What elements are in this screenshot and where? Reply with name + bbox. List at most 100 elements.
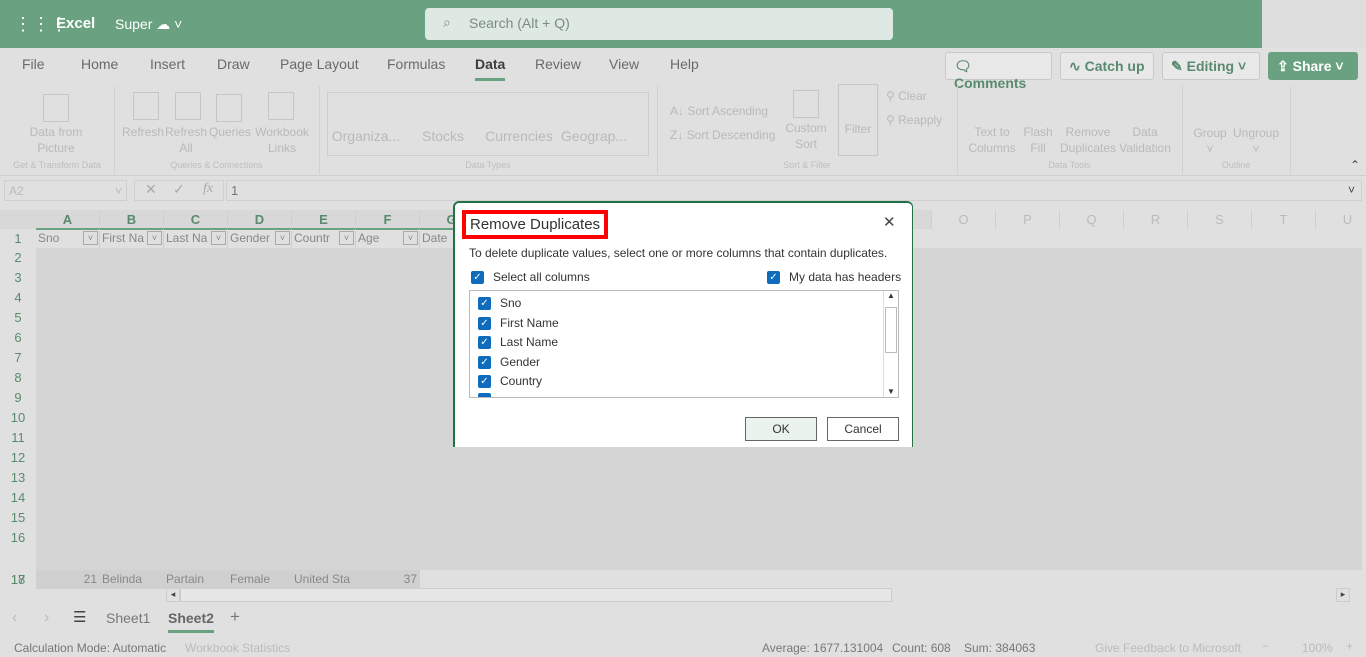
enter-icon[interactable]: ✓ xyxy=(173,181,185,198)
row-header-10[interactable]: 10 xyxy=(0,408,36,428)
data-types-gallery[interactable] xyxy=(327,92,649,156)
filter-dropdown-icon[interactable]: ˅ xyxy=(83,231,98,245)
data-type-currencies[interactable]: Currencies xyxy=(484,128,554,144)
next-sheet-icon[interactable]: › xyxy=(44,609,49,627)
sort-ascending-button[interactable]: A↓ Sort Ascending xyxy=(670,103,768,119)
list-scrollbar[interactable]: ▲ ▼ xyxy=(883,291,898,397)
ok-button[interactable]: OK xyxy=(745,417,817,441)
column-header-C[interactable]: C xyxy=(164,210,228,229)
scroll-right-icon[interactable]: ▸ xyxy=(1336,588,1350,602)
column-header-A[interactable]: A xyxy=(36,210,100,229)
reapply-filter-button[interactable]: ⚲ Reapply xyxy=(886,112,942,128)
tab-review[interactable]: Review xyxy=(535,56,581,72)
filter-dropdown-icon[interactable]: ˅ xyxy=(147,231,162,245)
column-checkbox-sno[interactable]: ✓ Sno xyxy=(478,296,521,311)
sheet-tab-sheet2[interactable]: Sheet2 xyxy=(168,610,214,633)
data-cell[interactable]: 21 xyxy=(36,570,100,589)
editing-button[interactable]: ✎ Editing ˅ xyxy=(1162,52,1260,80)
workbook-statistics[interactable]: Workbook Statistics xyxy=(185,641,290,655)
zoom-level[interactable]: 100% xyxy=(1302,641,1333,655)
tab-data[interactable]: Data xyxy=(475,56,506,81)
queries-button[interactable]: Queries xyxy=(206,124,254,140)
text-to-columns-button[interactable]: Text to Columns xyxy=(966,124,1018,156)
column-header-Q[interactable]: Q xyxy=(1060,210,1124,229)
row-header-14[interactable]: 14 xyxy=(0,488,36,508)
filter-dropdown-icon[interactable]: ˅ xyxy=(339,231,354,245)
column-checkbox-country[interactable]: ✓ Country xyxy=(478,374,542,389)
collapse-ribbon-icon[interactable]: ⌃ xyxy=(1350,158,1360,172)
header-cell[interactable]: Gender ˅ xyxy=(228,229,292,248)
custom-sort-button[interactable]: Custom Sort xyxy=(782,120,830,152)
scroll-thumb[interactable] xyxy=(885,307,897,353)
row-header-11[interactable]: 11 xyxy=(0,428,36,448)
data-cell[interactable]: Female xyxy=(228,570,292,589)
row-header-16[interactable]: 16 xyxy=(0,528,36,548)
data-from-picture-button[interactable]: Data from Picture xyxy=(20,124,92,156)
data-validation-button[interactable]: Data Validation xyxy=(1118,124,1172,156)
tab-page-layout[interactable]: Page Layout xyxy=(280,56,359,72)
tab-help[interactable]: Help xyxy=(670,56,699,72)
row-header-18[interactable]: 18 xyxy=(0,570,36,590)
column-header-E[interactable]: E xyxy=(292,210,356,229)
column-checkbox-first-name[interactable]: ✓ First Name xyxy=(478,316,559,330)
calc-mode[interactable]: Calculation Mode: Automatic xyxy=(14,641,166,655)
sort-descending-button[interactable]: Z↓ Sort Descending xyxy=(670,127,775,143)
refresh-all-button[interactable]: Refresh All xyxy=(164,124,208,156)
prev-sheet-icon[interactable]: ‹ xyxy=(12,609,17,627)
workbook-links-button[interactable]: Workbook Links xyxy=(252,124,312,156)
column-header-T[interactable]: T xyxy=(1252,210,1316,229)
data-cell[interactable]: United Sta xyxy=(292,570,356,589)
row-header-12[interactable]: 12 xyxy=(0,448,36,468)
scroll-left-icon[interactable]: ◂ xyxy=(166,588,180,602)
scroll-down-icon[interactable]: ▼ xyxy=(884,387,898,396)
filter-button[interactable]: Filter xyxy=(838,84,878,156)
app-name[interactable]: Excel xyxy=(56,15,95,32)
column-header-O[interactable]: O xyxy=(932,210,996,229)
row-header-8[interactable]: 8 xyxy=(0,368,36,388)
zoom-out-icon[interactable]: − xyxy=(1262,639,1269,653)
cancel-icon[interactable]: ✕ xyxy=(145,181,157,198)
column-header-B[interactable]: B xyxy=(100,210,164,229)
remove-duplicates-button[interactable]: Remove Duplicates xyxy=(1058,124,1118,156)
expand-formula-icon[interactable]: ˅ xyxy=(1348,183,1355,197)
app-launcher-icon[interactable]: ⋮⋮⋮ xyxy=(14,14,68,34)
data-cell[interactable]: Belinda xyxy=(100,570,164,589)
row-header-5[interactable]: 5 xyxy=(0,308,36,328)
close-icon[interactable]: ✕ xyxy=(883,213,896,231)
row-header-15[interactable]: 15 xyxy=(0,508,36,528)
sheet-tab-sheet1[interactable]: Sheet1 xyxy=(106,610,150,626)
column-checkbox-gender[interactable]: ✓ Gender xyxy=(478,355,540,369)
tab-home[interactable]: Home xyxy=(81,56,118,72)
has-headers-checkbox[interactable]: ✓ My data has headers xyxy=(767,270,901,285)
tab-draw[interactable]: Draw xyxy=(217,56,250,72)
search-input[interactable]: ⌕ Search (Alt + Q) xyxy=(425,8,893,40)
catch-up-button[interactable]: ∿ Catch up xyxy=(1060,52,1154,80)
row-header-3[interactable]: 3 xyxy=(0,268,36,288)
header-cell[interactable]: Countr ˅ xyxy=(292,229,356,248)
ungroup-button[interactable]: Ungroup ˅ xyxy=(1230,125,1282,157)
data-type-organization[interactable]: Organiza... xyxy=(330,128,402,144)
row-header-9[interactable]: 9 xyxy=(0,388,36,408)
account-area[interactable] xyxy=(1262,0,1366,48)
filter-dropdown-icon[interactable]: ˅ xyxy=(275,231,290,245)
data-cell[interactable]: 37 xyxy=(356,570,420,589)
select-all-corner[interactable] xyxy=(0,210,36,229)
comments-button[interactable]: 🗨 Comments xyxy=(945,52,1052,91)
tab-view[interactable]: View xyxy=(609,56,639,72)
tab-formulas[interactable]: Formulas xyxy=(387,56,445,72)
tab-insert[interactable]: Insert xyxy=(150,56,185,72)
column-header-U[interactable]: U xyxy=(1316,210,1366,229)
fx-icon[interactable]: fx xyxy=(203,181,213,197)
feedback-link[interactable]: Give Feedback to Microsoft xyxy=(1095,641,1241,655)
tab-file[interactable]: File xyxy=(22,56,45,72)
cancel-button[interactable]: Cancel xyxy=(827,417,899,441)
add-sheet-icon[interactable]: + xyxy=(230,607,240,627)
header-cell[interactable]: Sno ˅ xyxy=(36,229,100,248)
document-name[interactable]: Super ☁ ˅ xyxy=(115,16,182,33)
row-header-13[interactable]: 13 xyxy=(0,468,36,488)
row-header-6[interactable]: 6 xyxy=(0,328,36,348)
columns-list[interactable]: ✓ Sno ✓ First Name ✓ Last Name ✓ Gender ✓ Country… xyxy=(469,290,899,398)
header-cell[interactable]: First Na ˅ xyxy=(100,229,164,248)
header-cell[interactable]: Last Na ˅ xyxy=(164,229,228,248)
share-button[interactable]: ⇪ Share ˅ xyxy=(1268,52,1358,80)
